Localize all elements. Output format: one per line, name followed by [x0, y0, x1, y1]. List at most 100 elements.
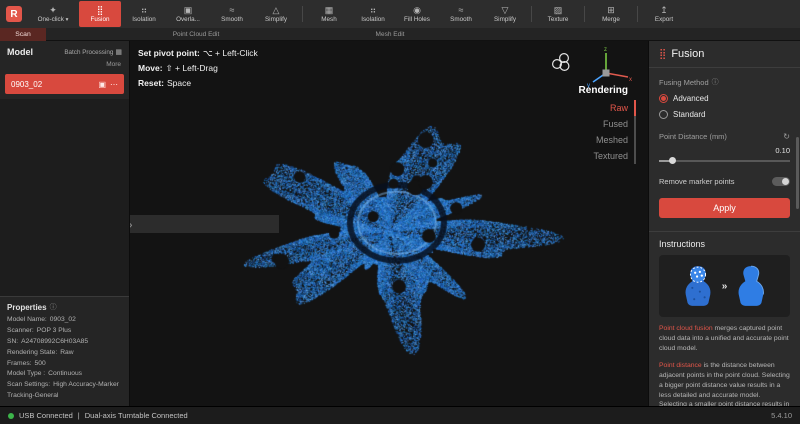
hint-value: ⌥ + Left-Click — [202, 48, 258, 58]
one-click-icon: ✦ — [49, 4, 57, 15]
instructions-title: Instructions — [659, 239, 706, 249]
fusion-panel-title: Fusion — [671, 48, 705, 60]
hint-label: Set pivot point: — [138, 48, 200, 58]
toolbar-button-simplify[interactable]: △ Simplify — [255, 1, 297, 27]
toolbar-button-mesh[interactable]: ▦ Mesh — [308, 1, 350, 27]
chevron-down-icon: ▾ — [65, 16, 69, 23]
toolbar-button-isolation[interactable]: ⠶ Isolation — [123, 1, 165, 27]
isolation-icon: ⠶ — [369, 4, 377, 15]
axis-x-label: x — [629, 77, 632, 83]
rendering-option-textured[interactable]: Textured — [579, 148, 636, 164]
group-label-point-cloud-edit: Point Cloud Edit — [172, 31, 220, 38]
status-bar: USB Connected | Dual-axis Turntable Conn… — [0, 406, 800, 424]
axis-z-label: z — [604, 47, 607, 53]
more-button[interactable]: More — [0, 59, 129, 72]
radio-standard[interactable]: Standard — [659, 110, 790, 119]
usb-status-dot — [8, 412, 14, 419]
radio-advanced-label: Advanced — [673, 94, 709, 103]
status-separator: | — [77, 411, 80, 420]
model-list-item-selected[interactable]: 0903_02 ▣ ⋯ — [5, 74, 124, 94]
remove-marker-toggle[interactable] — [772, 177, 790, 186]
radio-advanced[interactable]: Advanced — [659, 94, 790, 103]
property-row: Model Type : Continuous — [7, 370, 83, 378]
collapse-right-panel-button[interactable]: › — [130, 214, 279, 233]
toolbar-group-row: Scan Point Cloud Edit Mesh Edit — [0, 28, 800, 41]
rendering-option-meshed[interactable]: Meshed — [579, 132, 636, 148]
instruction-image-before — [685, 266, 711, 306]
instruction-image-after — [738, 265, 765, 306]
radio-standard-control[interactable] — [659, 110, 668, 119]
merge-icon: ⊞ — [607, 4, 615, 15]
toolbar-button-merge[interactable]: ⊞ Merge — [590, 1, 632, 27]
toolbar-button-one-click[interactable]: ✦ One-click ▾ — [29, 1, 77, 27]
tab-scan[interactable]: Scan — [0, 28, 46, 41]
rendering-selector: Rendering Raw Fused Meshed Textured — [579, 85, 636, 164]
orientation-gizmo[interactable]: z x y — [584, 43, 634, 89]
instructions-illustration: » — [659, 255, 790, 317]
mesh-icon: ▦ — [324, 4, 334, 15]
texture-icon: ▨ — [553, 4, 563, 15]
info-icon[interactable]: ⓘ — [712, 77, 719, 87]
toolbar-button-mesh-smooth[interactable]: ≈ Smooth — [440, 1, 482, 27]
one-click-label: One-click ▾ — [37, 15, 69, 23]
radio-standard-label: Standard — [673, 110, 706, 119]
toolbar-button-mesh-isolation[interactable]: ⠶ Isolation — [352, 1, 394, 27]
point-distance-slider[interactable] — [659, 156, 790, 166]
point-distance-value: 0.10 — [775, 146, 790, 155]
model-panel-title: Model — [7, 47, 33, 57]
hint-label: Reset: — [138, 78, 164, 88]
radio-advanced-control[interactable] — [659, 94, 668, 103]
property-row: SN: A24708992C6H03A85 — [7, 337, 89, 345]
instructions-paragraph-2: Point distance is the distance between a… — [659, 361, 790, 406]
marker-cluster-icon[interactable] — [550, 51, 572, 73]
toolbar-button-smooth[interactable]: ≈ Smooth — [211, 1, 253, 27]
scrollbar-thumb[interactable] — [796, 137, 799, 209]
fusion-panel-icon: ⣿ — [659, 48, 667, 60]
export-icon: ↥ — [660, 4, 668, 15]
slider-track[interactable] — [659, 160, 790, 162]
overlap-icon: ▣ — [183, 4, 193, 15]
toolbar-button-overlap[interactable]: ▣ Overla... — [167, 1, 209, 27]
viewport-hints: Set pivot point: ⌥ + Left-Click Move: ⇧ + … — [138, 46, 258, 91]
toolbar-button-mesh-simplify[interactable]: ▽ Simplify — [484, 1, 526, 27]
smooth-icon: ≈ — [458, 4, 464, 15]
rendering-option-raw[interactable]: Raw — [579, 100, 636, 116]
fusion-panel: ⣿ Fusion Fusing Method ⓘ Advanced Standa… — [648, 41, 800, 406]
model-panel: Model Batch Processing ▦ More 0903_02 ▣ … — [0, 41, 130, 406]
hint-value: ⇧ + Left-Drag — [165, 63, 218, 73]
viewport-3d[interactable]: Set pivot point: ⌥ + Left-Click Move: ⇧ + … — [130, 41, 648, 406]
model-name: 0903_02 — [11, 79, 43, 89]
turntable-status-text: Dual-axis Turntable Connected — [84, 411, 188, 420]
model-list-empty-area — [0, 99, 129, 297]
properties-section: Properties ⓘ Model Name: 0903_02 Scanner:… — [0, 296, 129, 406]
toolbar-button-fusion[interactable]: ⣿ Fusion — [79, 1, 121, 27]
reset-point-distance-icon[interactable]: ↻ — [783, 132, 790, 141]
property-row: Frames: 500 — [7, 359, 46, 367]
toolbar-button-export[interactable]: ↥ Export — [643, 1, 685, 27]
toolbar-button-texture[interactable]: ▨ Texture — [537, 1, 579, 27]
info-icon[interactable]: ⓘ — [50, 302, 57, 312]
model-more-options-icon[interactable]: ⋯ — [110, 80, 118, 89]
group-label-mesh-edit: Mesh Edit — [375, 31, 405, 38]
toggle-knob — [782, 178, 789, 185]
toolbar-separator — [584, 6, 585, 22]
instructions-paragraph-1: Point cloud fusion merges captured point… — [659, 325, 789, 352]
toolbar-row: R ✦ One-click ▾ ⣿ Fusion ⠶ Isolation ▣ O… — [0, 0, 800, 28]
fill-holes-icon: ◉ — [413, 4, 421, 15]
property-row: Rendering State: Raw — [7, 348, 74, 356]
rendering-option-fused[interactable]: Fused — [579, 116, 636, 132]
toolbar-separator — [302, 6, 303, 22]
property-row: Model Name: 0903_02 — [7, 316, 76, 324]
batch-processing-button[interactable]: Batch Processing ▦ — [64, 48, 122, 57]
double-arrow-icon: » — [721, 280, 728, 292]
toolbar-button-fill-holes[interactable]: ◉ Fill Holes — [396, 1, 438, 27]
slider-knob[interactable] — [669, 157, 676, 164]
batch-processing-icon: ▦ — [115, 49, 122, 56]
properties-title: Properties — [7, 302, 47, 312]
hint-label: Move: — [138, 63, 163, 73]
isolation-icon: ⠶ — [140, 4, 148, 15]
point-distance-label: Point Distance (mm) — [659, 132, 727, 141]
apply-button[interactable]: Apply — [659, 198, 790, 218]
model-preview-icon[interactable]: ▣ — [98, 80, 106, 89]
smooth-icon: ≈ — [229, 4, 235, 15]
